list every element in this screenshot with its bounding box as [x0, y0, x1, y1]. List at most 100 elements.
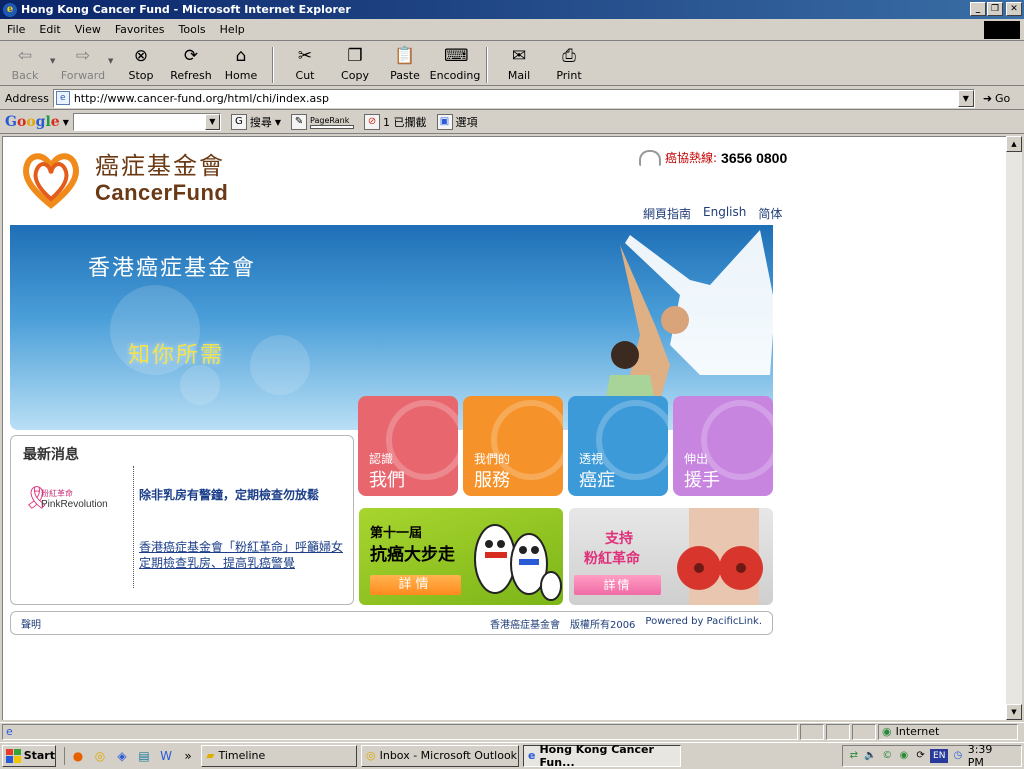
- pink-revolution-logo[interactable]: 🎗 粉紅革命 PinkRevolution: [23, 486, 108, 512]
- walk-details-button[interactable]: 詳情: [370, 575, 461, 595]
- search-dropdown-icon[interactable]: ▼: [275, 118, 281, 127]
- windows-flag-icon: [6, 748, 21, 763]
- status-text-pane: e: [2, 723, 798, 740]
- tile-about-cancer[interactable]: 透視 癌症: [568, 396, 668, 496]
- news-headline: 除非乳房有警鐘，定期檢查勿放鬆: [139, 488, 320, 502]
- address-input[interactable]: e http://www.cancer-fund.org/html/chi/in…: [52, 88, 975, 108]
- status-bar: e ◉ Internet: [0, 722, 1024, 740]
- folder-icon: ▰: [206, 749, 215, 762]
- pink-ribbon-icon: 🎗: [23, 486, 51, 511]
- paste-button[interactable]: 📋 Paste: [380, 45, 430, 85]
- task-outlook[interactable]: ◎ Inbox - Microsoft Outlook: [361, 744, 519, 767]
- taskbar: Start ● ◎ ◈ ▤ W » ▰ Timeline ◎ Inbox - M…: [0, 742, 1024, 769]
- messenger-tray-icon[interactable]: ◉: [897, 749, 911, 763]
- google-menu-arrow-icon[interactable]: ▼: [63, 118, 69, 127]
- status-pane: [800, 723, 824, 740]
- update-icon[interactable]: ◷: [951, 749, 965, 763]
- go-button[interactable]: ➜ Go: [983, 92, 1010, 105]
- print-button[interactable]: ⎙ Print: [544, 45, 594, 85]
- minimize-button[interactable]: _: [970, 2, 986, 16]
- paste-icon: 📋: [394, 46, 416, 66]
- google-logo[interactable]: Google: [5, 114, 60, 130]
- ie-icon: e: [3, 2, 17, 17]
- cancerfund-logo[interactable]: 癌症基金會 CancerFund: [21, 149, 228, 209]
- menu-tools[interactable]: Tools: [172, 23, 213, 36]
- menu-edit[interactable]: Edit: [32, 23, 67, 36]
- banner-title: 香港癌症基金會: [88, 256, 257, 281]
- mail-button[interactable]: ✉ Mail: [494, 45, 544, 85]
- refresh-icon: ⟳: [183, 46, 199, 66]
- hotline: 癌協熱線: 3656 0800: [639, 149, 787, 166]
- english-link[interactable]: English: [703, 205, 746, 222]
- messenger-icon[interactable]: ◈: [113, 747, 131, 765]
- vertical-scrollbar[interactable]: ▲ ▼: [1006, 136, 1022, 720]
- menu-help[interactable]: Help: [213, 23, 252, 36]
- simplified-chinese-link[interactable]: 简体: [758, 205, 782, 222]
- restore-button[interactable]: ❐: [987, 2, 1003, 16]
- toolbar: ⇦ Back ▼ ⇨ Forward ▼ ⊗ Stop ⟳ Refresh ⌂ Home …: [0, 42, 1024, 86]
- globe-icon: ◉: [882, 725, 892, 738]
- sitemap-link[interactable]: 網頁指南: [643, 205, 691, 222]
- hotline-label: 癌協熱線:: [665, 151, 718, 165]
- popup-blocker[interactable]: ⊘ 1 已攔截: [364, 114, 427, 130]
- menu-file[interactable]: File: [0, 23, 32, 36]
- forward-button[interactable]: ⇨ Forward: [58, 45, 108, 85]
- options-button[interactable]: ▣ 選項: [436, 114, 478, 130]
- cut-button[interactable]: ✂ Cut: [280, 45, 330, 85]
- show-desktop-icon[interactable]: ▤: [135, 747, 153, 765]
- go-arrow-icon: ➜: [982, 91, 993, 105]
- page-status-icon: e: [6, 725, 13, 738]
- firefox-icon[interactable]: ●: [69, 747, 87, 765]
- stop-button[interactable]: ⊗ Stop: [116, 45, 166, 85]
- options-icon: ▣: [436, 114, 453, 130]
- menu-view[interactable]: View: [68, 23, 108, 36]
- volume-icon[interactable]: 🔈: [864, 749, 878, 763]
- menu-favorites[interactable]: Favorites: [108, 23, 172, 36]
- tile-services[interactable]: 我們的 服務: [463, 396, 563, 496]
- encoding-button[interactable]: ⌨ Encoding: [430, 45, 481, 85]
- clock[interactable]: 3:39 PM: [968, 743, 1011, 769]
- close-button[interactable]: ✕: [1006, 2, 1022, 16]
- google-search-button[interactable]: G 搜尋 ▼: [230, 114, 281, 130]
- disclaimer-link[interactable]: 聲明: [21, 616, 41, 631]
- status-pane: [826, 723, 850, 740]
- task-internet-explorer[interactable]: e Hong Kong Cancer Fun...: [523, 743, 681, 769]
- address-dropdown-icon[interactable]: ▼: [957, 89, 974, 107]
- home-button[interactable]: ⌂ Home: [216, 45, 266, 85]
- pink-support-text: 支持: [605, 531, 633, 547]
- language-indicator[interactable]: EN: [930, 749, 949, 763]
- scroll-down-icon[interactable]: ▼: [1006, 704, 1022, 720]
- forward-dropdown-icon[interactable]: ▼: [108, 45, 116, 65]
- sync-icon[interactable]: ⟳: [914, 749, 928, 763]
- news-link[interactable]: 香港癌症基金會「粉紅革命」呼籲婦女定期檢查乳房、提高乳癌警覺: [139, 539, 353, 571]
- pagerank-indicator[interactable]: ✎ PageRank: [291, 114, 355, 130]
- quick-launch: ● ◎ ◈ ▤ W »: [64, 746, 197, 765]
- google-search-input[interactable]: ▼: [72, 113, 221, 131]
- antivirus-icon[interactable]: ©: [880, 749, 894, 763]
- logo-chinese: 癌症基金會: [95, 152, 225, 180]
- pink-revolution-promo[interactable]: 支持 粉紅革命 詳情: [569, 508, 773, 605]
- tile-lend-a-hand[interactable]: 伸出 援手: [673, 396, 773, 496]
- security-zone: ◉ Internet: [878, 723, 1018, 740]
- scroll-up-icon[interactable]: ▲: [1006, 136, 1022, 152]
- walk-promo-banner[interactable]: 第十一屆 抗癌大步走 詳情: [359, 508, 563, 605]
- pink-details-button[interactable]: 詳情: [574, 575, 661, 595]
- start-button[interactable]: Start: [2, 744, 56, 767]
- word-icon[interactable]: W: [157, 747, 175, 765]
- back-dropdown-icon[interactable]: ▼: [50, 45, 58, 65]
- mail-icon: ✉: [511, 46, 527, 66]
- tile-about-us[interactable]: 認識 我們: [358, 396, 458, 496]
- logo-english: CancerFund: [95, 180, 229, 205]
- copy-icon: ❐: [347, 46, 363, 66]
- stop-icon: ⊗: [133, 46, 149, 66]
- refresh-button[interactable]: ⟳ Refresh: [166, 45, 216, 85]
- google-search-dropdown-icon[interactable]: ▼: [204, 114, 220, 130]
- back-button[interactable]: ⇦ Back: [0, 45, 50, 85]
- more-icon[interactable]: »: [179, 747, 197, 765]
- copy-button[interactable]: ❐ Copy: [330, 45, 380, 85]
- outlook-icon[interactable]: ◎: [91, 747, 109, 765]
- footer-powered-by[interactable]: Powered by PacificLink.: [645, 616, 762, 631]
- network-icon[interactable]: ⇄: [847, 749, 861, 763]
- system-tray: ⇄ 🔈 © ◉ ⟳ EN ◷ 3:39 PM: [842, 743, 1022, 769]
- task-timeline[interactable]: ▰ Timeline: [201, 744, 357, 767]
